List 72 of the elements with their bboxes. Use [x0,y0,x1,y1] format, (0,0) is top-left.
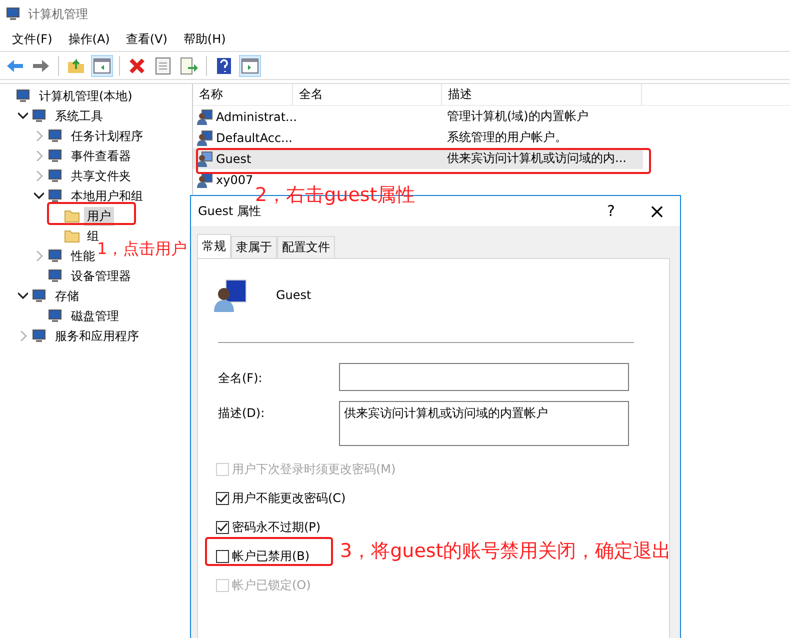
menu-item[interactable]: 帮助(H) [175,31,234,48]
chevron-icon[interactable] [34,191,44,201]
user-icon [214,278,248,312]
tree-item[interactable]: 性能 [68,246,98,266]
checkbox[interactable]: 用户不能更改密码(C) [216,489,346,507]
tree-item[interactable]: 本地用户和组 [68,186,146,206]
tree-item[interactable]: 共享文件夹 [68,166,134,186]
user-icon [197,150,213,166]
field-label: 全名(F): [218,370,264,387]
chevron-icon[interactable] [18,291,28,301]
computer-icon [48,188,64,204]
description-field[interactable]: 供来宾访问计算机或访问域的内置帐户 [339,401,629,446]
table-row[interactable]: DefaultAcc... 系统管理的用户帐户。 [193,127,643,148]
annotation-text: 1，点击用户 [97,241,188,257]
column-header[interactable]: 描述 [442,84,642,105]
annotation-text: 3，将guest的账号禁用关闭，确定退出 [340,542,672,561]
check-icon [217,492,228,504]
column-header[interactable]: 名称 [193,84,293,105]
computer-icon [48,128,64,144]
tab[interactable]: 隶属于 [231,236,277,258]
user-name: Guest [276,288,312,302]
pane-button[interactable] [239,54,261,76]
table-cell: DefaultAcc... [216,130,292,144]
computer-icon [48,168,64,184]
computer-icon [16,88,32,104]
input-field[interactable] [339,363,629,391]
window-title: 计算机管理 [28,6,88,22]
close-button[interactable]: × [634,196,680,226]
menu-item[interactable]: 文件(F) [4,31,60,48]
computer-icon [48,248,64,264]
computer-icon [48,308,64,324]
computer-icon [32,288,48,304]
table-cell: Administrat... [216,110,297,124]
user-icon [197,130,213,146]
folder-icon [64,209,80,223]
column-header[interactable]: 全名 [293,84,442,105]
pane-button[interactable] [91,54,113,76]
help-button[interactable]: ? [588,196,634,226]
tree-item[interactable]: 任务计划程序 [68,126,146,146]
table-cell: xy007 [216,172,254,186]
tree-item[interactable]: 计算机管理(本地) [36,86,136,106]
folder-icon [64,229,80,243]
tree-item[interactable]: 设备管理器 [68,266,134,286]
table-cell: Guest [216,152,252,166]
computer-icon [32,108,48,124]
computer-icon [48,148,64,164]
tab[interactable]: 配置文件 [277,236,335,258]
tree-item[interactable]: 磁盘管理 [68,306,122,326]
tree-item[interactable]: 系统工具 [52,106,106,126]
check-icon [217,522,228,532]
table-row[interactable]: Guest 供来宾访问计算机或访问域的内... [193,148,643,169]
chevron-icon[interactable] [18,111,28,121]
field-label: 描述(D): [218,405,266,422]
tree-item[interactable]: 事件查看器 [68,146,134,166]
computer-icon [6,6,22,22]
table-cell-text: 管理计算机(域)的内置帐户 [446,108,590,125]
checkbox[interactable]: 密码永不过期(P) [216,518,321,536]
menu-item[interactable]: 查看(V) [118,31,176,48]
tree-item[interactable]: 服务和应用程序 [52,326,142,346]
table-cell-text: 系统管理的用户帐户。 [446,129,568,146]
user-icon [197,108,213,124]
menu-item[interactable]: 操作(A) [60,31,118,48]
dialog-title: Guest 属性 [198,202,262,220]
table-row[interactable]: Administrat... 管理计算机(域)的内置帐户 [193,106,643,127]
computer-icon [48,268,64,284]
tab[interactable]: 常规 [197,234,231,258]
export-button[interactable] [178,54,200,76]
user-icon [197,172,213,188]
tree-item[interactable]: 存储 [52,286,82,306]
table-cell-text: 供来宾访问计算机或访问域的内... [446,150,628,167]
checkbox[interactable]: 帐户已禁用(B) [216,547,310,565]
computer-icon [32,328,48,344]
